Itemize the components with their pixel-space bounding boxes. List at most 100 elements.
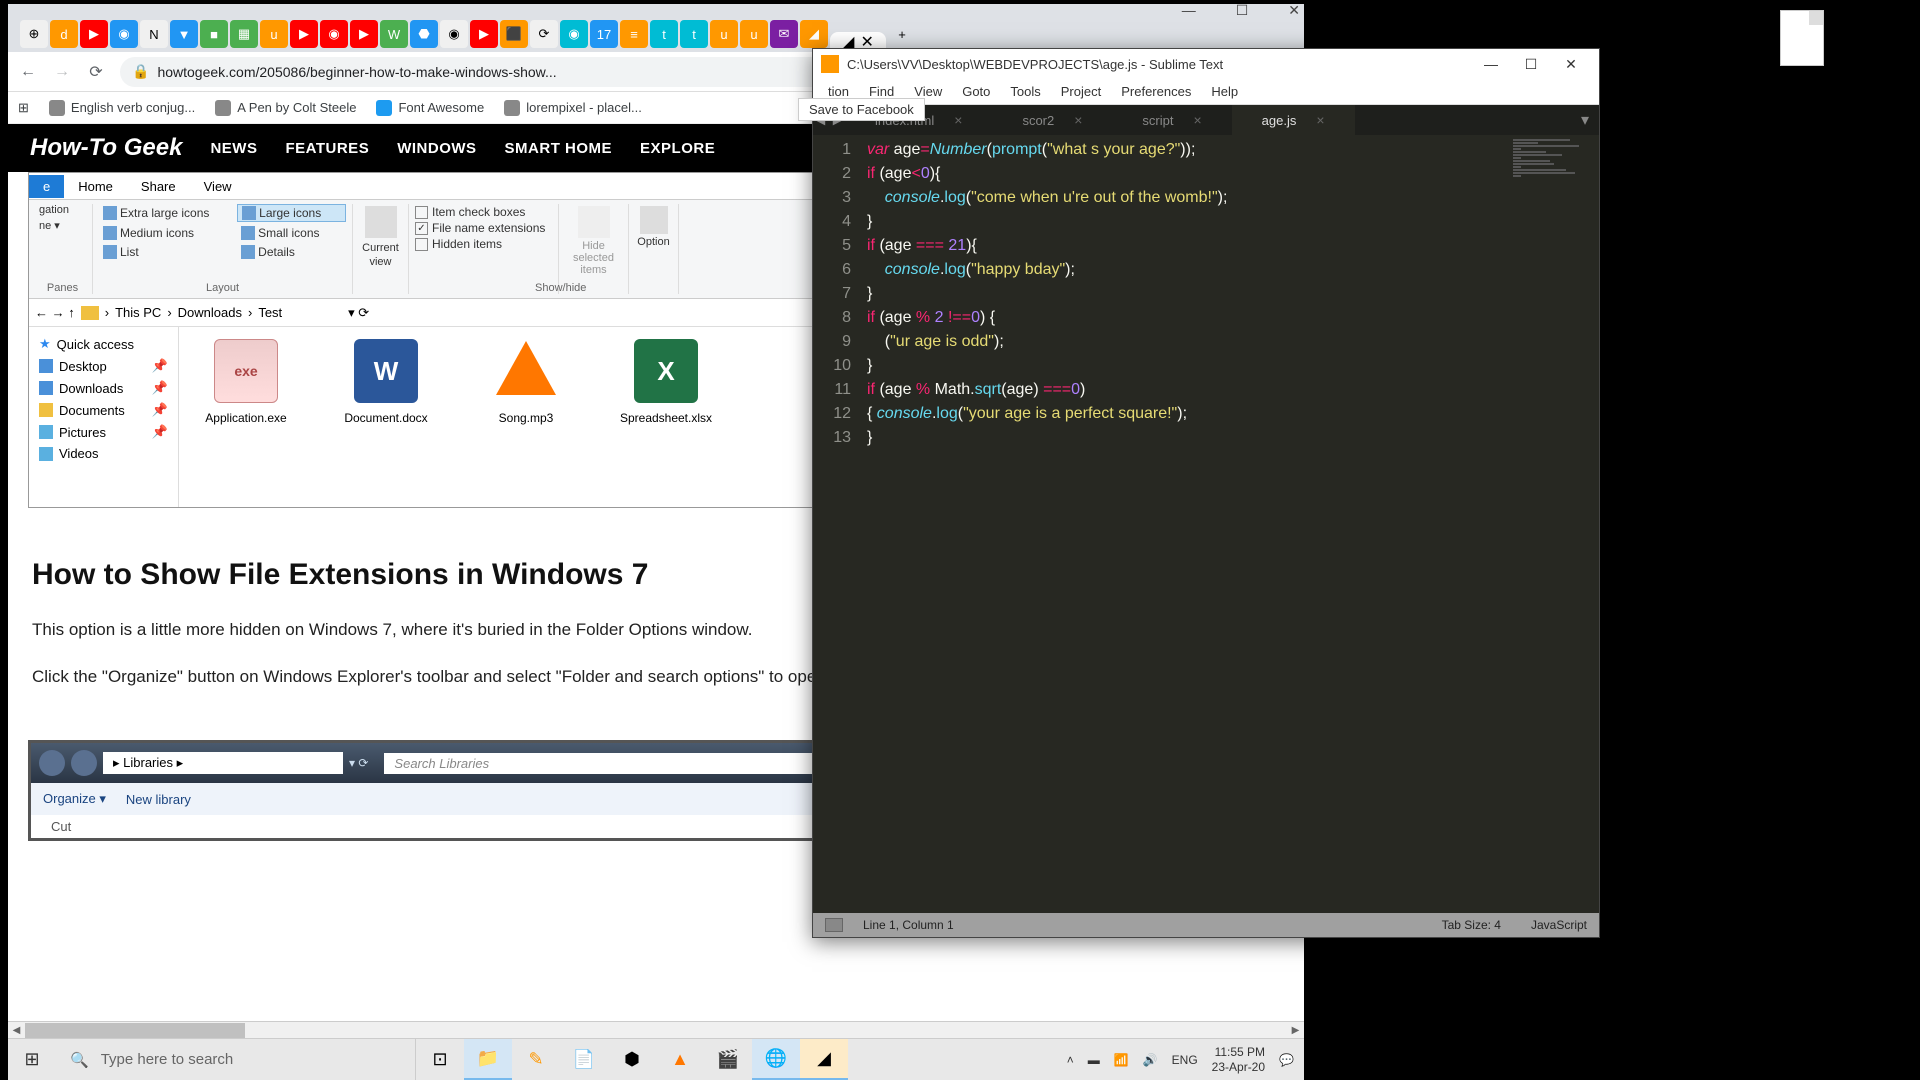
task-view-icon[interactable]: ⊡ (416, 1039, 464, 1080)
tab-icon[interactable]: u (260, 20, 288, 48)
taskbar-app-explorer[interactable]: 📁 (464, 1039, 512, 1080)
taskbar-app[interactable]: 🎬 (704, 1039, 752, 1080)
tabs-menu-icon[interactable]: ▾ (1571, 110, 1599, 130)
notifications-icon[interactable]: 💬 (1279, 1053, 1294, 1067)
ribbon-tab: Home (64, 175, 127, 198)
site-logo[interactable]: How-To Geek (30, 134, 182, 162)
new-tab-button[interactable]: + (888, 20, 916, 48)
tab-close-icon[interactable]: × (1316, 112, 1324, 128)
start-button[interactable]: ⊞ (8, 1039, 56, 1080)
window-minimize[interactable]: — (1182, 2, 1196, 18)
taskbar-app[interactable]: 📄 (560, 1039, 608, 1080)
tab-icon[interactable]: u (740, 20, 768, 48)
horizontal-scrollbar[interactable]: ◀▶ (8, 1021, 1304, 1038)
menu-item[interactable]: Help (1202, 81, 1247, 102)
menu-item[interactable]: Tools (1001, 81, 1049, 102)
nav-link[interactable]: WINDOWS (397, 140, 476, 157)
sublime-titlebar[interactable]: C:\Users\VV\Desktop\WEBDEVPROJECTS\age.j… (813, 49, 1599, 79)
sublime-tabs: ◀ ▶ index.html× scor2× script× age.js× ▾ (813, 105, 1599, 135)
tab-icon[interactable]: ✉ (770, 20, 798, 48)
volume-icon[interactable]: 🔊 (1143, 1053, 1158, 1067)
explorer-sidebar: ★Quick access Desktop📌 Downloads📌 Docume… (29, 327, 179, 507)
tray-chevron-icon[interactable]: ˄ (1067, 1053, 1074, 1067)
reload-button[interactable]: ⟳ (86, 62, 106, 82)
desktop-file-icon[interactable] (1774, 10, 1830, 80)
tab-icon[interactable]: ◉ (110, 20, 138, 48)
taskbar-app-chrome[interactable]: 🌐 (752, 1039, 800, 1080)
minimap[interactable] (1509, 135, 1599, 913)
tab-icon[interactable]: ▦ (230, 20, 258, 48)
battery-icon[interactable]: ▬ (1088, 1053, 1100, 1067)
tab-icon[interactable]: W (380, 20, 408, 48)
system-tray: ˄ ▬ 📶 🔊 ENG 11:55 PM 23-Apr-20 💬 (1057, 1045, 1304, 1074)
tab-icon[interactable]: t (650, 20, 678, 48)
bookmark-item[interactable]: English verb conjug... (49, 100, 195, 116)
sublime-title: C:\Users\VV\Desktop\WEBDEVPROJECTS\age.j… (847, 57, 1471, 72)
editor-tab[interactable]: scor2× (992, 105, 1112, 135)
tab-icon[interactable]: ≡ (620, 20, 648, 48)
tab-icon[interactable]: ▼ (170, 20, 198, 48)
tab-icon[interactable]: u (710, 20, 738, 48)
window-maximize[interactable]: ☐ (1511, 56, 1551, 73)
window-close[interactable]: ✕ (1288, 2, 1300, 19)
nav-link[interactable]: SMART HOME (505, 140, 613, 157)
forward-button[interactable]: → (52, 62, 72, 82)
menu-item[interactable]: Preferences (1112, 81, 1200, 102)
taskbar-app-vlc[interactable]: ▲ (656, 1039, 704, 1080)
window-maximize[interactable]: ☐ (1236, 2, 1249, 19)
tab-icon[interactable]: ▶ (350, 20, 378, 48)
tab-icon[interactable]: ◢ (800, 20, 828, 48)
tab-close-icon[interactable]: × (1074, 112, 1082, 128)
apps-button[interactable]: ⊞ (18, 100, 29, 116)
taskbar-search[interactable]: 🔍 Type here to search (56, 1039, 416, 1080)
tab-icon[interactable]: ⬣ (410, 20, 438, 48)
tab-icon[interactable]: ◉ (560, 20, 588, 48)
menu-item[interactable]: Project (1052, 81, 1110, 102)
tab-icon[interactable]: ⬛ (500, 20, 528, 48)
ribbon-tab: View (190, 175, 246, 198)
cursor-position[interactable]: Line 1, Column 1 (863, 918, 954, 932)
bookmark-item[interactable]: lorempixel - placel... (504, 100, 642, 116)
tab-icon[interactable]: ▶ (80, 20, 108, 48)
tab-size[interactable]: Tab Size: 4 (1442, 918, 1501, 932)
tab-icon[interactable]: ⊕ (20, 20, 48, 48)
apps-icon: ⊞ (18, 100, 29, 116)
language-indicator[interactable]: ENG (1172, 1053, 1198, 1067)
tab-icon[interactable]: ⟳ (530, 20, 558, 48)
taskbar-app[interactable]: ⬢ (608, 1039, 656, 1080)
bookmark-item[interactable]: Font Awesome (376, 100, 484, 116)
tab-icon[interactable]: ■ (200, 20, 228, 48)
editor-tab-active[interactable]: age.js× (1232, 105, 1355, 135)
nav-link[interactable]: NEWS (210, 140, 257, 157)
tab-icon[interactable]: ◉ (440, 20, 468, 48)
tab-close-icon[interactable]: × (954, 112, 962, 128)
taskbar-app-sublime[interactable]: ◢ (800, 1039, 848, 1080)
tab-icon[interactable]: d (50, 20, 78, 48)
tab-icon[interactable]: ▶ (290, 20, 318, 48)
tab-icon[interactable]: 17 (590, 20, 618, 48)
editor-tab[interactable]: script× (1112, 105, 1231, 135)
wifi-icon[interactable]: 📶 (1114, 1053, 1129, 1067)
syntax-mode[interactable]: JavaScript (1531, 918, 1587, 932)
tab-close-icon[interactable]: × (1193, 112, 1201, 128)
taskbar-app[interactable]: ✎ (512, 1039, 560, 1080)
nav-link[interactable]: FEATURES (285, 140, 369, 157)
window-close[interactable]: ✕ (1551, 56, 1591, 73)
tab-icon[interactable]: ▶ (470, 20, 498, 48)
window-minimize[interactable]: — (1471, 56, 1511, 72)
tab-icon[interactable]: N (140, 20, 168, 48)
ribbon-tab: Share (127, 175, 190, 198)
bookmark-item[interactable]: A Pen by Colt Steele (215, 100, 356, 116)
code-area[interactable]: var age=Number(prompt("what s your age?"… (861, 135, 1509, 913)
clock[interactable]: 11:55 PM 23-Apr-20 (1212, 1045, 1265, 1074)
sublime-logo-icon (821, 55, 839, 73)
back-button[interactable]: ← (18, 62, 38, 82)
status-icon[interactable] (825, 918, 843, 932)
chrome-tab-strip: ⊕ d ▶ ◉ N ▼ ■ ▦ u ▶ ◉ ▶ W ⬣ ◉ ▶ ⬛ ⟳ ◉ 17… (8, 16, 1304, 52)
nav-link[interactable]: EXPLORE (640, 140, 715, 157)
menu-item[interactable]: Goto (953, 81, 999, 102)
tab-icon[interactable]: t (680, 20, 708, 48)
editor-area[interactable]: 12345678910111213 var age=Number(prompt(… (813, 135, 1599, 913)
line-gutter: 12345678910111213 (813, 135, 861, 913)
tab-icon[interactable]: ◉ (320, 20, 348, 48)
